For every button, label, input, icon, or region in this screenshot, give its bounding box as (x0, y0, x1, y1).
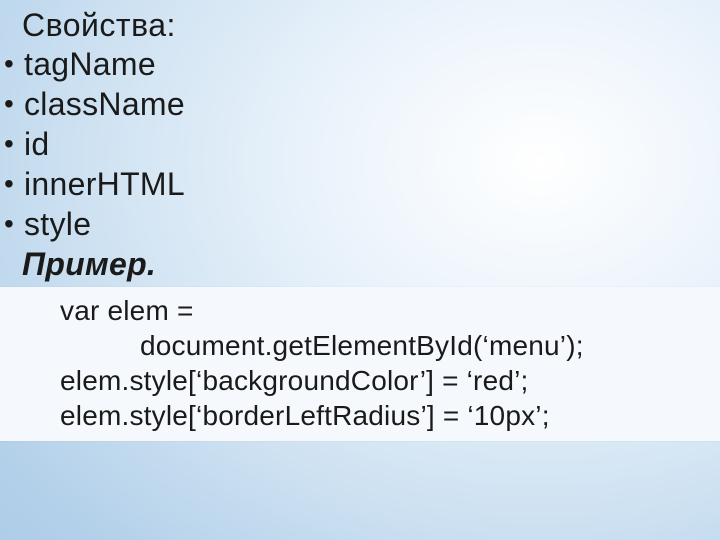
list-item: className (4, 84, 720, 124)
code-line: elem.style[‘borderLeftRadius’] = ‘10px’; (0, 398, 720, 433)
code-example: var elem = document.getElementById(‘menu… (0, 287, 720, 441)
list-item: style (4, 204, 720, 244)
code-line: var elem = (0, 293, 720, 328)
code-line: elem.style[‘backgroundColor’] = ‘red’; (0, 363, 720, 398)
slide: Свойства: tagName className id innerHTML… (0, 0, 720, 540)
example-label: Пример. (22, 246, 720, 283)
list-item: innerHTML (4, 164, 720, 204)
property-list: tagName className id innerHTML style (4, 44, 720, 244)
properties-heading: Свойства: (22, 6, 720, 44)
list-item: tagName (4, 44, 720, 84)
code-line: document.getElementById(‘menu’); (0, 328, 720, 363)
list-item: id (4, 124, 720, 164)
